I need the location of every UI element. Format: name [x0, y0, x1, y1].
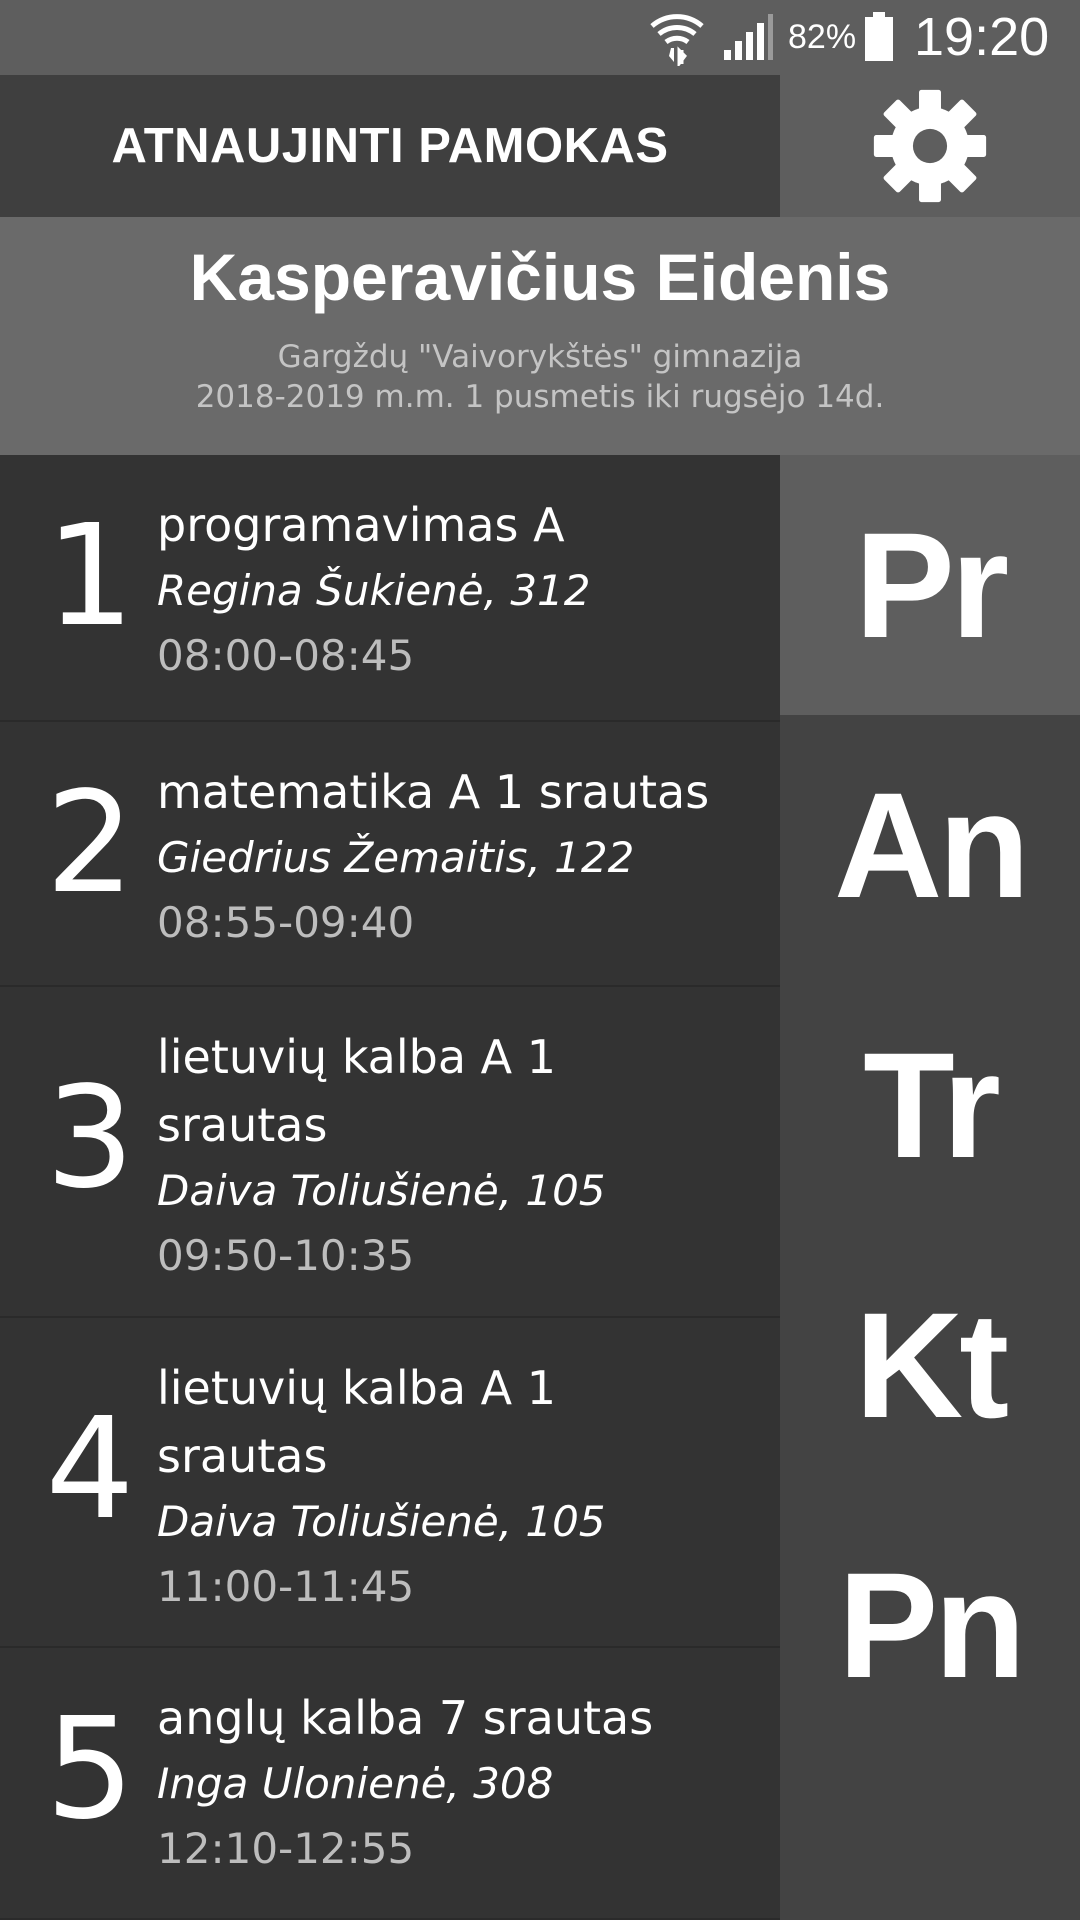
lesson-number: 5 [45, 1688, 135, 1851]
lesson-teacher: Regina Šukienė, 312 [157, 566, 591, 615]
gear-icon [873, 89, 987, 203]
battery-percent: 82% [788, 18, 857, 56]
lesson-item[interactable]: 1 programavimas A Regina Šukienė, 312 08… [0, 455, 780, 722]
lesson-number: 2 [45, 762, 135, 925]
lesson-info: programavimas A Regina Šukienė, 312 08:0… [157, 491, 757, 689]
lesson-subject: anglų kalba 7 srautas [157, 1691, 654, 1745]
lesson-list: 1 programavimas A Regina Šukienė, 312 08… [0, 455, 780, 1920]
status-clock: 19:20 [914, 7, 1050, 67]
lesson-teacher: Daiva Toliušienė, 105 [157, 1497, 606, 1546]
lesson-teacher: Inga Ulonienė, 308 [157, 1759, 554, 1808]
lesson-item[interactable]: 3 lietuvių kalba A 1 srautas Daiva Toliu… [0, 987, 780, 1318]
lesson-teacher: Daiva Toliušienė, 105 [157, 1166, 606, 1215]
lesson-item[interactable]: 2 matematika A 1 srautas Giedrius Žemait… [0, 722, 780, 987]
lesson-time: 09:50-10:35 [157, 1231, 415, 1280]
status-bar: 82% 19:20 [0, 0, 1080, 75]
lesson-time: 08:00-08:45 [157, 631, 415, 680]
lesson-item[interactable]: 5 anglų kalba 7 srautas Inga Ulonienė, 3… [0, 1648, 780, 1920]
lesson-info: lietuvių kalba A 1 srautas Daiva Toliuši… [157, 1354, 757, 1620]
lesson-teacher: Giedrius Žemaitis, 122 [157, 833, 635, 882]
lesson-time: 08:55-09:40 [157, 898, 415, 947]
lesson-subject-continued: srautas [157, 1429, 328, 1483]
battery-icon [865, 12, 893, 61]
day-tab-kt[interactable]: Kt [780, 1235, 1080, 1495]
lesson-subject-continued: srautas [157, 1098, 328, 1152]
top-action-row: ATNAUJINTI PAMOKAS [0, 75, 1080, 217]
lesson-info: lietuvių kalba A 1 srautas Daiva Toliuši… [157, 1023, 757, 1289]
day-tab-pn[interactable]: Pn [780, 1495, 1080, 1755]
lesson-number: 4 [45, 1388, 135, 1551]
student-name: Kasperavičius Eidenis [189, 240, 891, 314]
wifi-icon [650, 14, 704, 66]
lesson-number: 3 [45, 1057, 135, 1220]
update-lessons-button[interactable]: ATNAUJINTI PAMOKAS [0, 75, 780, 217]
day-tab-an[interactable]: An [780, 715, 1080, 975]
school-name: Gargždų "Vaivorykštės" gimnazija [277, 339, 803, 375]
lesson-time: 11:00-11:45 [157, 1562, 415, 1611]
day-tab-pr[interactable]: Pr [780, 455, 1080, 715]
lesson-subject: matematika A 1 srautas [157, 765, 710, 819]
school-period: 2018-2019 m.m. 1 pusmetis iki rugsėjo 14… [195, 379, 885, 415]
lesson-number: 1 [45, 495, 135, 658]
signal-icon [724, 14, 773, 60]
day-selector: Pr An Tr Kt Pn [780, 455, 1080, 1920]
day-tab-tr[interactable]: Tr [780, 975, 1080, 1235]
lesson-item[interactable]: 4 lietuvių kalba A 1 srautas Daiva Toliu… [0, 1318, 780, 1648]
lesson-info: anglų kalba 7 srautas Inga Ulonienė, 308… [157, 1684, 757, 1882]
student-profile: Kasperavičius Eidenis Gargždų "Vaivorykš… [0, 217, 1080, 455]
lesson-subject: lietuvių kalba A 1 [157, 1361, 556, 1415]
settings-button[interactable] [780, 75, 1080, 217]
lesson-subject: lietuvių kalba A 1 [157, 1030, 556, 1084]
lesson-subject: programavimas A [157, 498, 565, 552]
lesson-time: 12:10-12:55 [157, 1824, 415, 1873]
lesson-info: matematika A 1 srautas Giedrius Žemaitis… [157, 758, 757, 956]
